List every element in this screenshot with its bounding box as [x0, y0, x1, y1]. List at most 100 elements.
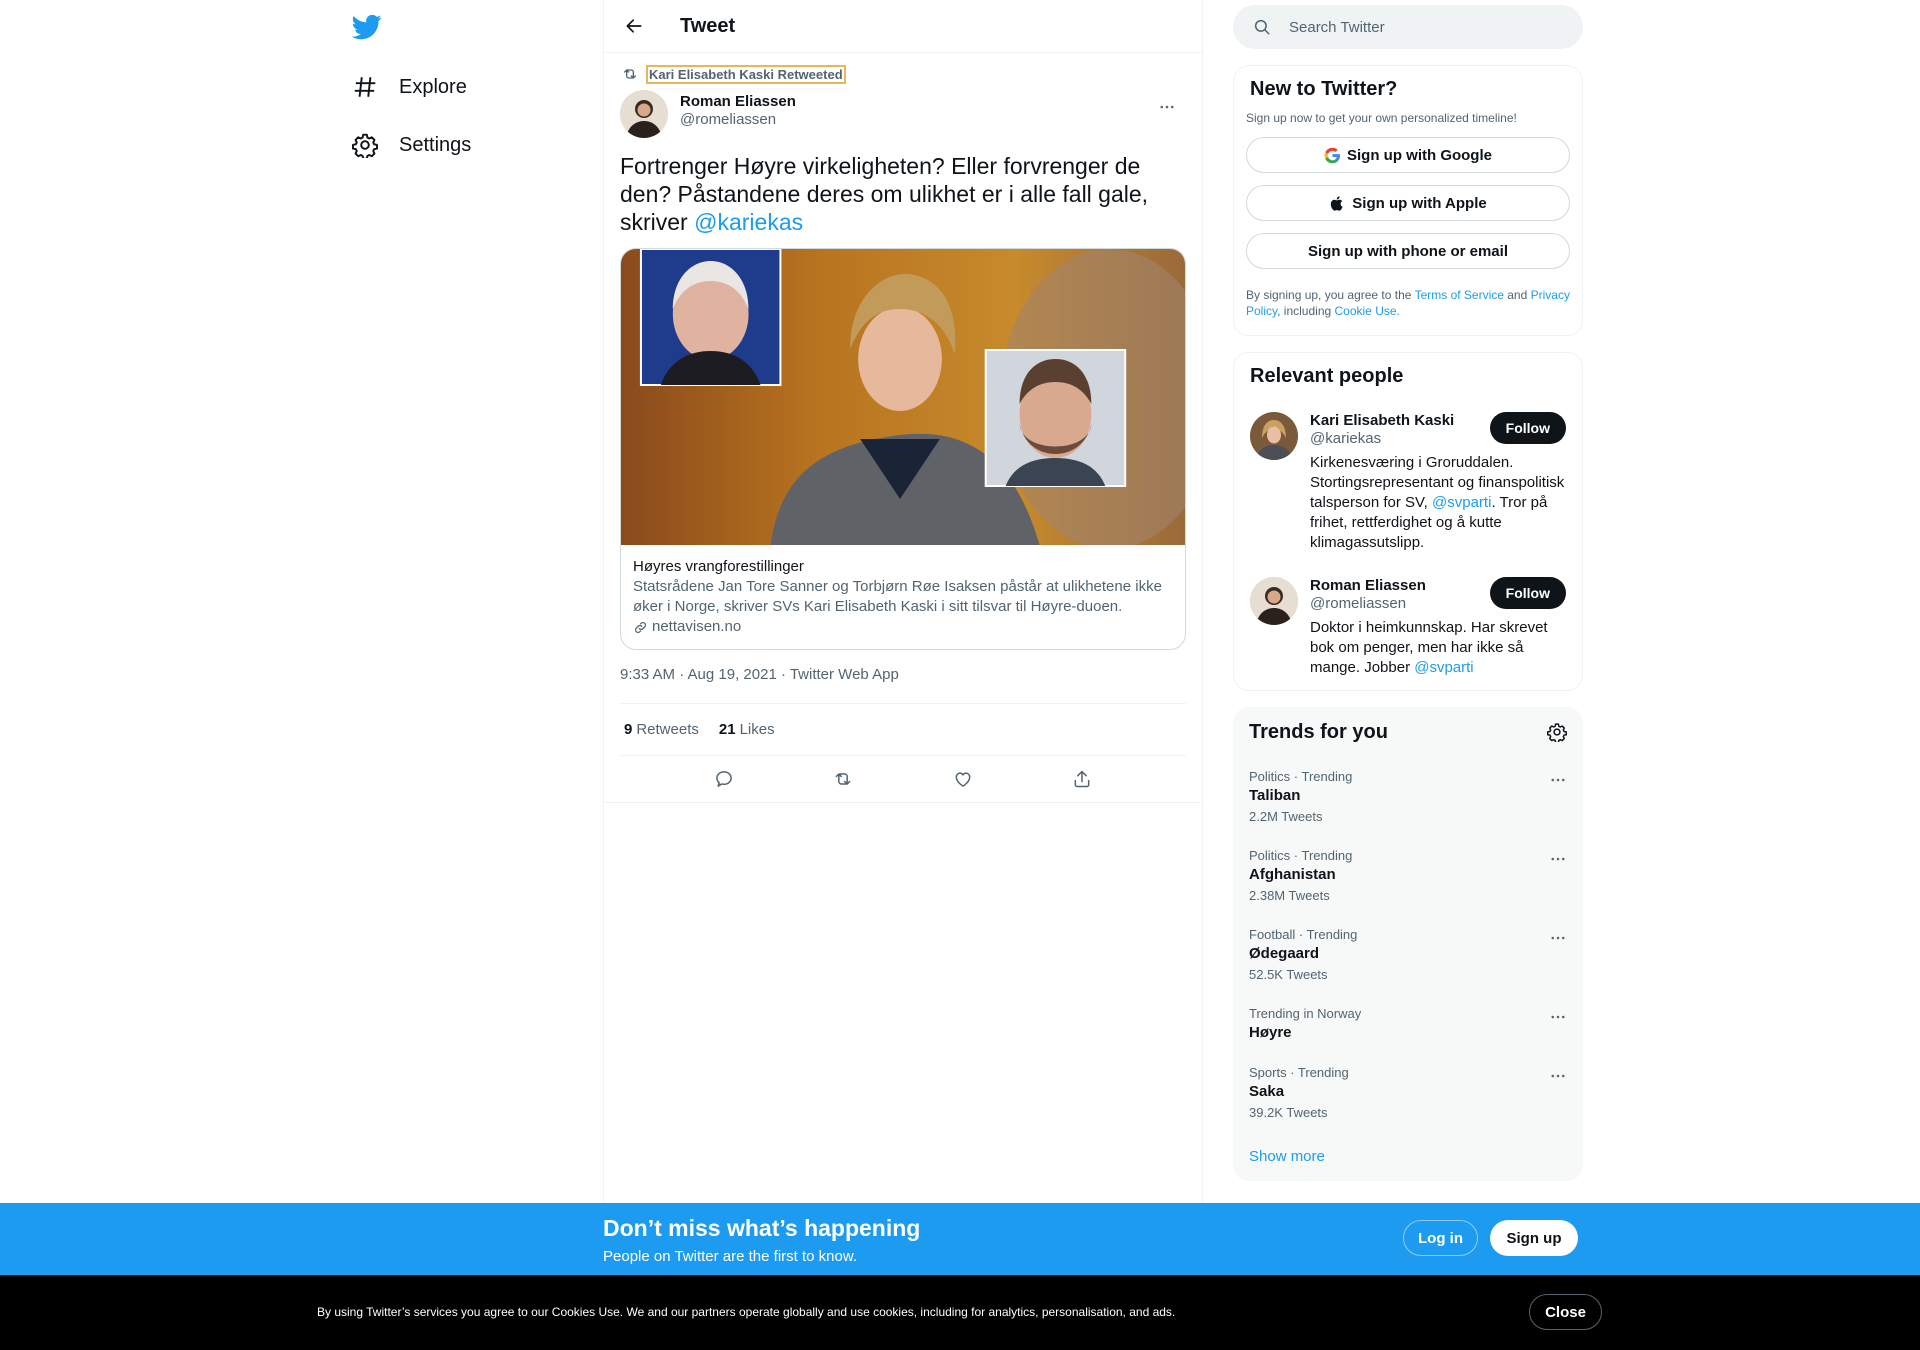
more-options-icon[interactable]: [1547, 927, 1569, 949]
search-bar[interactable]: [1233, 5, 1583, 49]
retweets-count: 9: [624, 721, 633, 738]
google-logo-icon: [1324, 147, 1347, 164]
terms-link[interactable]: Terms of Service: [1415, 288, 1504, 302]
share-icon[interactable]: [1065, 762, 1099, 796]
signup-banner: Don’t miss what’s happening People on Tw…: [0, 1203, 1920, 1275]
apple-logo-icon: [1329, 195, 1352, 212]
link-card-image: [621, 249, 1185, 545]
legal-text-3: , including: [1277, 304, 1335, 318]
right-sidebar: New to Twitter? Sign up now to get your …: [1233, 0, 1583, 1181]
legal-text-2: and: [1503, 288, 1531, 302]
trend-name: Taliban: [1249, 787, 1301, 804]
person-bio-mention[interactable]: @svparti: [1414, 659, 1473, 676]
avatar[interactable]: [620, 90, 668, 138]
trend-context: Sports · Trending: [1249, 1065, 1349, 1080]
more-options-icon[interactable]: [1547, 769, 1569, 791]
more-options-icon[interactable]: [1150, 90, 1184, 124]
retweet-icon: [622, 66, 638, 82]
link-card-description: Statsrådene Jan Tore Sanner og Torbjørn …: [633, 578, 1162, 615]
twitter-bird-icon[interactable]: [352, 12, 382, 42]
tweet-timestamp[interactable]: 9:33 AM · Aug 19, 2021 · Twitter Web App: [620, 666, 1186, 687]
likes-label: Likes: [739, 721, 775, 738]
more-options-icon[interactable]: [1547, 848, 1569, 870]
person-bio: Kirkenesværing i Groruddalen. Stortingsr…: [1310, 453, 1566, 553]
retweets-label: Retweets: [636, 721, 699, 738]
link-card-title: Høyres vrangforestillinger: [633, 558, 804, 575]
follow-button[interactable]: Follow: [1489, 412, 1566, 444]
signup-phone-button[interactable]: Sign up with phone or email: [1246, 233, 1570, 269]
search-icon: [1253, 18, 1271, 36]
tweet-mention-link[interactable]: @kariekas: [694, 209, 803, 235]
signup-apple-button[interactable]: Sign up with Apple: [1246, 185, 1570, 221]
more-options-icon[interactable]: [1547, 1006, 1569, 1028]
person-bio: Doktor i heimkunnskap. Har skrevet bok o…: [1310, 618, 1566, 678]
nav-settings-label: Settings: [399, 133, 472, 156]
trends-title: Trends for you: [1249, 720, 1388, 743]
trend-context: Trending in Norway: [1249, 1006, 1362, 1021]
cookie-bar: By using Twitter’s services you agree to…: [0, 1275, 1920, 1350]
like-icon[interactable]: [946, 762, 980, 796]
show-more-link[interactable]: Show more: [1233, 1132, 1583, 1181]
retweet-action-icon[interactable]: [826, 762, 860, 796]
avatar[interactable]: [1250, 577, 1298, 625]
likes-stat[interactable]: 21 Likes: [719, 721, 775, 738]
trend-name: Ødegaard: [1249, 945, 1320, 962]
nav-explore[interactable]: Explore: [352, 67, 467, 107]
author-handle[interactable]: @romeliassen: [680, 111, 796, 128]
retweet-context: Kari Elisabeth Kaski Retweeted: [620, 64, 1186, 84]
reply-icon[interactable]: [707, 762, 741, 796]
signup-button[interactable]: Sign up: [1490, 1220, 1578, 1256]
signup-google-button[interactable]: Sign up with Google: [1246, 137, 1570, 173]
likes-count: 21: [718, 721, 736, 738]
tweet-author: Roman Eliassen @romeliassen: [620, 90, 1186, 138]
page-title: Tweet: [680, 14, 736, 37]
tweet-actions: [604, 756, 1202, 803]
login-button[interactable]: Log in: [1403, 1220, 1478, 1256]
trend-item[interactable]: Football · Trending Ødegaard 52.5K Tweet…: [1233, 915, 1583, 994]
trend-count: 39.2K Tweets: [1249, 1105, 1328, 1120]
banner-subtitle: People on Twitter are the first to know.: [603, 1248, 858, 1265]
avatar[interactable]: [1250, 412, 1298, 460]
tweet-text: Fortrenger Høyre virkeligheten? Eller fo…: [620, 152, 1186, 236]
link-icon: [633, 620, 652, 635]
trend-item[interactable]: Trending in Norway Høyre: [1233, 994, 1583, 1053]
gear-icon: [352, 132, 378, 158]
close-button[interactable]: Close: [1529, 1294, 1602, 1330]
trend-item[interactable]: Politics · Trending Afghanistan 2.38M Tw…: [1233, 836, 1583, 915]
person-bio-mention[interactable]: @svparti: [1432, 494, 1491, 511]
retweets-stat[interactable]: 9 Retweets: [624, 721, 699, 738]
back-arrow-icon[interactable]: [617, 9, 651, 43]
nav-settings[interactable]: Settings: [352, 125, 471, 165]
signup-apple-label: Sign up with Apple: [1352, 194, 1487, 212]
gear-icon[interactable]: [1547, 722, 1567, 742]
relevant-people-box: Relevant people Kari Elisabeth Kaski @ka…: [1233, 352, 1583, 691]
more-options-icon[interactable]: [1547, 1065, 1569, 1087]
signup-box: New to Twitter? Sign up now to get your …: [1233, 65, 1583, 336]
trend-context: Football · Trending: [1249, 927, 1358, 942]
trend-item[interactable]: Sports · Trending Saka 39.2K Tweets: [1233, 1053, 1583, 1132]
trend-context: Politics · Trending: [1249, 848, 1353, 863]
retweeted-by-link[interactable]: Kari Elisabeth Kaski Retweeted: [646, 64, 846, 84]
signup-box-subtitle: Sign up now to get your own personalized…: [1246, 111, 1517, 125]
link-card[interactable]: Høyres vrangforestillinger Statsrådene J…: [620, 248, 1186, 650]
tweet-stats: 9 Retweets 21 Likes: [620, 703, 1186, 756]
trend-count: 2.2M Tweets: [1249, 809, 1323, 824]
person-item[interactable]: Kari Elisabeth Kaski @kariekas Kirkenesv…: [1250, 412, 1566, 553]
signup-google-label: Sign up with Google: [1347, 146, 1492, 164]
search-input[interactable]: [1289, 18, 1549, 36]
follow-button[interactable]: Follow: [1489, 577, 1566, 609]
link-card-domain-text: nettavisen.no: [652, 618, 742, 635]
nav-explore-label: Explore: [399, 75, 467, 98]
person-item[interactable]: Roman Eliassen @romeliassen Doktor i hei…: [1250, 577, 1566, 678]
tweet: Kari Elisabeth Kaski Retweeted Roman Eli…: [604, 64, 1202, 803]
cookie-use-link[interactable]: Cookie Use.: [1335, 304, 1400, 318]
trend-name: Saka: [1249, 1083, 1285, 1100]
author-name[interactable]: Roman Eliassen: [680, 93, 796, 110]
trend-item[interactable]: Politics · Trending Taliban 2.2M Tweets: [1233, 757, 1583, 836]
trend-name: Afghanistan: [1249, 866, 1336, 883]
tweet-header: Tweet: [604, 0, 1202, 53]
trend-count: 2.38M Tweets: [1249, 888, 1330, 903]
relevant-people-title: Relevant people: [1250, 365, 1404, 387]
trend-count: 52.5K Tweets: [1249, 967, 1328, 982]
banner-title: Don’t miss what’s happening: [603, 1215, 921, 1241]
